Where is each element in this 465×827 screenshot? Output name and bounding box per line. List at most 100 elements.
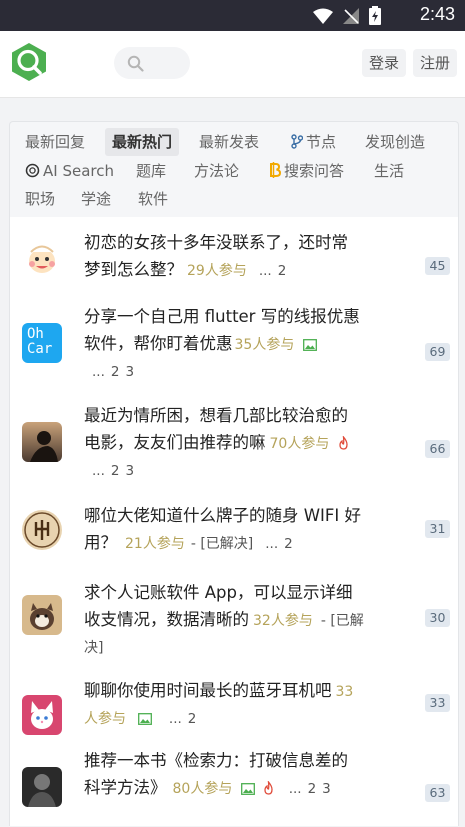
- page-link[interactable]: 3: [125, 364, 134, 380]
- participants-count: 35人参与: [234, 337, 295, 353]
- participants-count: 80人参与: [172, 781, 233, 797]
- page-ellipsis[interactable]: ...: [259, 263, 272, 279]
- page-link[interactable]: 2: [284, 536, 293, 552]
- page-link[interactable]: 3: [322, 781, 331, 797]
- participants-count: 21人参与: [125, 536, 185, 552]
- avatar[interactable]: Oh Car: [22, 323, 62, 363]
- tab-search-qa[interactable]: 搜索问答: [262, 157, 351, 185]
- image-icon: [138, 713, 153, 725]
- participants-count: 32人参与: [253, 613, 313, 629]
- login-button[interactable]: 登录: [362, 49, 407, 77]
- page-ellipsis[interactable]: ...: [92, 463, 105, 479]
- tab-label: 最新热门: [112, 133, 173, 151]
- flame-icon: [339, 436, 348, 450]
- page-ellipsis[interactable]: ...: [265, 536, 278, 552]
- page-links[interactable]: ... 2: [259, 536, 292, 552]
- avatar[interactable]: [22, 510, 62, 550]
- avatar-text: Car: [27, 341, 53, 357]
- tab-methodology[interactable]: 方法论: [187, 157, 246, 185]
- reply-count-badge[interactable]: 30: [425, 609, 450, 627]
- tab-discover[interactable]: 发现创造: [358, 128, 432, 156]
- tab-latest-posts[interactable]: 最新发表: [192, 128, 266, 156]
- topic-title[interactable]: 推荐一本书《检索力：打破信息差的 科学方法》 80人参与 ... 2 3: [84, 747, 384, 803]
- topic-title[interactable]: 求个人记账软件 App，可以显示详细 收支情况，数据清晰的 32人参与 - [已解 …: [84, 579, 384, 662]
- wifi-icon: [313, 8, 333, 24]
- tab-latest-hot[interactable]: 最新热门: [105, 128, 180, 156]
- topic-title[interactable]: 聊聊你使用时间最长的蓝牙耳机吧 33 人参与 ... 2: [84, 677, 384, 733]
- topic-item[interactable]: 推荐一本书《检索力：打破信息差的 科学方法》 80人参与 ... 2 3 63: [10, 747, 458, 827]
- tab-workplace[interactable]: 职场: [18, 185, 62, 213]
- tab-label: 题库: [136, 162, 167, 180]
- page-links[interactable]: ... 2: [253, 263, 286, 279]
- avatar[interactable]: [22, 239, 62, 279]
- page-ellipsis[interactable]: ...: [92, 364, 105, 380]
- tab-latest-replies[interactable]: 最新回复: [18, 128, 92, 156]
- solved-tag: - [已解: [320, 613, 364, 629]
- tab-label: AI Search: [43, 162, 114, 180]
- reply-count-badge[interactable]: 33: [425, 694, 450, 712]
- image-icon: [240, 783, 255, 795]
- topic-item[interactable]: Oh Car 分享一个自己用 flutter 写的线报优惠 软件，帮你盯着优惠 3…: [10, 303, 458, 399]
- participants-count-number: 33: [335, 684, 354, 700]
- page-link[interactable]: 2: [308, 781, 317, 797]
- page-link[interactable]: 2: [111, 463, 120, 479]
- tab-label: 节点: [306, 133, 337, 151]
- title-line: 求个人记账软件 App，可以显示详细: [84, 583, 353, 602]
- search-input[interactable]: [114, 47, 190, 79]
- tab-label: 职场: [25, 190, 56, 208]
- tab-software[interactable]: 软件: [131, 185, 175, 213]
- title-line: 最近为情所困，想看几部比较治愈的: [84, 406, 348, 425]
- tab-label: 发现创造: [365, 133, 426, 151]
- title-line: 哪位大佬知道什么牌子的随身 WIFI 好: [84, 506, 362, 525]
- page-ellipsis[interactable]: ...: [169, 711, 182, 727]
- avatar[interactable]: [22, 767, 62, 807]
- reply-count-badge[interactable]: 31: [425, 520, 450, 538]
- reply-count-badge[interactable]: 63: [425, 784, 450, 802]
- avatar[interactable]: [22, 595, 62, 635]
- title-line: 软件，帮你盯着优惠: [84, 334, 233, 353]
- title-line: 初恋的女孩十多年没联系了，还时常: [84, 233, 348, 252]
- logo-icon[interactable]: [9, 42, 49, 82]
- tab-label: 软件: [138, 190, 169, 208]
- solved-tag-continued: 决]: [84, 640, 104, 656]
- topic-title[interactable]: 哪位大佬知道什么牌子的随身 WIFI 好 用？ 21人参与 - [已解决]... 2: [84, 502, 384, 558]
- avatar[interactable]: [22, 695, 62, 735]
- page-links[interactable]: ... 2 3: [84, 458, 384, 485]
- page-links[interactable]: ... 2 3: [84, 359, 384, 386]
- page-link[interactable]: 3: [125, 463, 134, 479]
- tab-question-bank[interactable]: 题库: [129, 157, 173, 185]
- register-button[interactable]: 注册: [413, 49, 458, 77]
- page-ellipsis[interactable]: ...: [289, 781, 302, 797]
- page-link[interactable]: 2: [278, 263, 287, 279]
- tab-nodes[interactable]: 节点: [284, 128, 343, 156]
- page-links[interactable]: ... 2: [163, 711, 196, 727]
- no-signal-icon: [343, 7, 359, 24]
- page-link[interactable]: 2: [111, 364, 120, 380]
- topic-title[interactable]: 最近为情所困，想看几部比较治愈的 电影，友友们由推荐的嘛 70人参与 ... 2 3: [84, 402, 384, 485]
- title-line: 分享一个自己用 flutter 写的线报优惠: [84, 307, 360, 326]
- topic-title[interactable]: 分享一个自己用 flutter 写的线报优惠 软件，帮你盯着优惠 35人参与 ..…: [84, 303, 384, 386]
- node-icon: [291, 134, 303, 149]
- category-tabs: 最新回复 最新热门 最新发表 节点 发现创造 AI Search 题库 方法论 …: [9, 121, 459, 218]
- page-links[interactable]: ... 2 3: [283, 781, 331, 797]
- topic-item[interactable]: 初恋的女孩十多年没联系了，还时常 梦到怎么整？ 29人参与... 2 45: [10, 227, 458, 307]
- title-line: 用？: [84, 533, 117, 552]
- avatar[interactable]: [22, 422, 62, 462]
- tab-ai-search[interactable]: AI Search: [18, 157, 121, 185]
- topic-item[interactable]: 哪位大佬知道什么牌子的随身 WIFI 好 用？ 21人参与 - [已解决]... 2 …: [10, 502, 458, 582]
- tab-label: 生活: [374, 162, 405, 180]
- topic-item[interactable]: 最近为情所困，想看几部比较治愈的 电影，友友们由推荐的嘛 70人参与 ... 2 3 …: [10, 402, 458, 502]
- title-line: 收支情况，数据清晰的: [84, 610, 249, 629]
- avatar-text: Oh: [27, 326, 44, 342]
- reply-count-badge[interactable]: 66: [425, 440, 450, 458]
- reply-count-badge[interactable]: 45: [425, 257, 450, 275]
- tab-study[interactable]: 学途: [74, 185, 118, 213]
- page-link[interactable]: 2: [188, 711, 197, 727]
- topic-title[interactable]: 初恋的女孩十多年没联系了，还时常 梦到怎么整？ 29人参与... 2: [84, 229, 384, 285]
- reply-count-badge[interactable]: 69: [425, 343, 450, 361]
- title-line: 推荐一本书《检索力：打破信息差的: [84, 751, 348, 770]
- topic-item[interactable]: 求个人记账软件 App，可以显示详细 收支情况，数据清晰的 32人参与 - [已解 …: [10, 579, 458, 679]
- tab-life[interactable]: 生活: [367, 157, 411, 185]
- title-line: 科学方法》: [84, 778, 167, 797]
- tab-label: 搜索问答: [284, 162, 345, 180]
